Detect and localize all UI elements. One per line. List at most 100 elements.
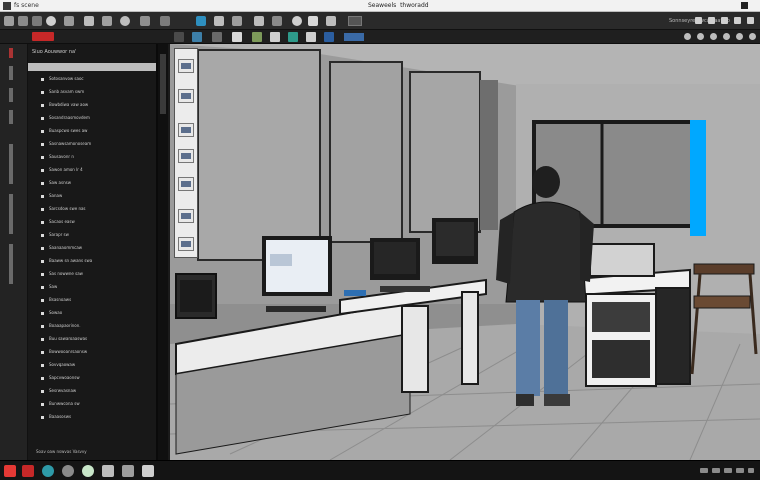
tray-icon[interactable]	[748, 468, 754, 473]
tool-rail-icon[interactable]	[9, 66, 13, 80]
scrollbar-thumb[interactable]	[160, 54, 166, 114]
layers-icon[interactable]	[32, 16, 42, 26]
lighting-icon[interactable]	[270, 32, 280, 42]
outliner-item[interactable]: Sawon amon lr 4	[41, 165, 151, 175]
camera-view-icon[interactable]	[324, 32, 334, 42]
outliner-item[interactable]: Buu sawaroaaswas	[41, 334, 151, 344]
move-icon[interactable]	[272, 16, 282, 26]
light-icon[interactable]	[214, 16, 224, 26]
outliner-item[interactable]: Sotosanvow saoc	[41, 74, 151, 84]
account-icon[interactable]	[708, 17, 715, 24]
viewport-menu-icon[interactable]	[174, 32, 184, 42]
outliner-item[interactable]: Bunwwcona sw	[41, 399, 151, 409]
outliner-item[interactable]: Buaspcwo swes aw	[41, 126, 151, 136]
shading-icon[interactable]	[212, 32, 222, 42]
app-icon[interactable]	[122, 465, 134, 477]
viewport-settings-icon[interactable]	[749, 33, 756, 40]
tray-icon[interactable]	[724, 468, 732, 473]
outliner-item[interactable]: Sesrwvasnaw	[41, 386, 151, 396]
outliner-item[interactable]: Sanaw	[41, 191, 151, 201]
rotate-icon[interactable]	[292, 16, 302, 26]
outliner-item[interactable]: Bowwooanrsaonsw	[41, 347, 151, 357]
tray-icon[interactable]	[700, 468, 708, 473]
outliner-item[interactable]: Saw	[41, 282, 151, 292]
texture-icon[interactable]	[252, 32, 262, 42]
tool-rail-icon[interactable]	[9, 144, 13, 184]
material-icon[interactable]	[120, 16, 130, 26]
view-thumbnail[interactable]	[178, 177, 194, 191]
zoom-icon[interactable]	[710, 33, 717, 40]
outliner-item[interactable]: Sapcvwoaonsw	[41, 373, 151, 383]
outliner-item[interactable]: Saanaaommcaw	[41, 243, 151, 253]
tools-icon[interactable]	[232, 16, 242, 26]
notifications-icon[interactable]	[721, 17, 728, 24]
view-thumbnail[interactable]	[178, 123, 194, 137]
app-icon[interactable]	[62, 465, 74, 477]
tool-rail-icon[interactable]	[9, 194, 13, 234]
outliner-item[interactable]: Sas nowwne saw	[41, 269, 151, 279]
tray-icon[interactable]	[712, 468, 720, 473]
perspective-icon[interactable]	[192, 32, 202, 42]
browser-icon[interactable]	[42, 465, 54, 477]
grid-icon[interactable]	[18, 16, 28, 26]
view-thumbnail[interactable]	[178, 237, 194, 251]
outliner-item[interactable]: Boaaapaorinon.	[41, 321, 151, 331]
outliner-scrollbar[interactable]	[158, 44, 168, 460]
tool-rail-icon[interactable]	[9, 88, 13, 102]
app-icon[interactable]	[102, 465, 114, 477]
select-tool-icon[interactable]	[9, 48, 13, 58]
outliner-item[interactable]: Sasnawsamonoseam	[41, 139, 151, 149]
orbit-icon[interactable]	[684, 33, 691, 40]
outliner-item[interactable]: Sovvqaowaw	[41, 360, 151, 370]
align-icon[interactable]	[326, 16, 336, 26]
app-icon[interactable]	[142, 465, 154, 477]
outliner-item[interactable]: Baaasosws	[41, 412, 151, 422]
gizmo-icon[interactable]	[288, 32, 298, 42]
view-thumbnail[interactable]	[178, 89, 194, 103]
view-thumbnail[interactable]	[178, 149, 194, 163]
view-thumbnail[interactable]	[178, 209, 194, 223]
outliner-item[interactable]: Sanb asvam swm	[41, 87, 151, 97]
pan-icon[interactable]	[697, 33, 704, 40]
export-icon[interactable]	[140, 16, 150, 26]
toolbar-field[interactable]	[348, 16, 362, 26]
outliner-item[interactable]: Sowao	[41, 308, 151, 318]
maximize-icon[interactable]	[736, 33, 743, 40]
outliner-item[interactable]: Bsasnoaws	[41, 295, 151, 305]
settings-icon[interactable]	[160, 16, 170, 26]
render-icon[interactable]	[102, 16, 112, 26]
close-icon[interactable]	[741, 2, 748, 9]
wireframe-icon[interactable]	[232, 32, 242, 42]
camera-icon[interactable]	[84, 16, 94, 26]
outliner-item[interactable]: Sausavonr n	[41, 152, 151, 162]
outliner-item[interactable]: Sosandraasmovdem	[41, 113, 151, 123]
outliner-item[interactable]: Sarcsdow swe nas	[41, 204, 151, 214]
scale-icon[interactable]	[308, 16, 318, 26]
share-icon[interactable]	[734, 17, 741, 24]
tool-rail-icon[interactable]	[9, 110, 13, 124]
app-icon[interactable]	[82, 465, 94, 477]
drop-icon[interactable]	[46, 16, 56, 26]
3d-viewport[interactable]	[170, 44, 760, 460]
new-file-icon[interactable]	[4, 16, 14, 26]
tool-rail-icon[interactable]	[9, 244, 13, 284]
app-icon[interactable]	[22, 465, 34, 477]
outliner-item[interactable]: Sarapr sw	[41, 230, 151, 240]
view-mode-button[interactable]	[344, 33, 364, 41]
overlay-icon[interactable]	[306, 32, 316, 42]
outliner-item[interactable]: Sacaos easw	[41, 217, 151, 227]
view-thumbnail[interactable]	[178, 59, 194, 73]
start-icon[interactable]	[4, 465, 16, 477]
image-icon[interactable]	[64, 16, 74, 26]
outliner-item[interactable]: Bowbdiwa vaw aow	[41, 100, 151, 110]
outliner-item[interactable]: Saw asnsw	[41, 178, 151, 188]
record-button[interactable]	[32, 32, 54, 41]
selected-row[interactable]	[28, 63, 156, 71]
outliner-item[interactable]: Baaww sn awans swa	[41, 256, 151, 266]
cube-icon[interactable]	[196, 16, 206, 26]
tray-icon[interactable]	[736, 468, 744, 473]
help-icon[interactable]	[695, 17, 702, 24]
frame-icon[interactable]	[723, 33, 730, 40]
menu-icon[interactable]	[747, 17, 754, 24]
snap-icon[interactable]	[254, 16, 264, 26]
